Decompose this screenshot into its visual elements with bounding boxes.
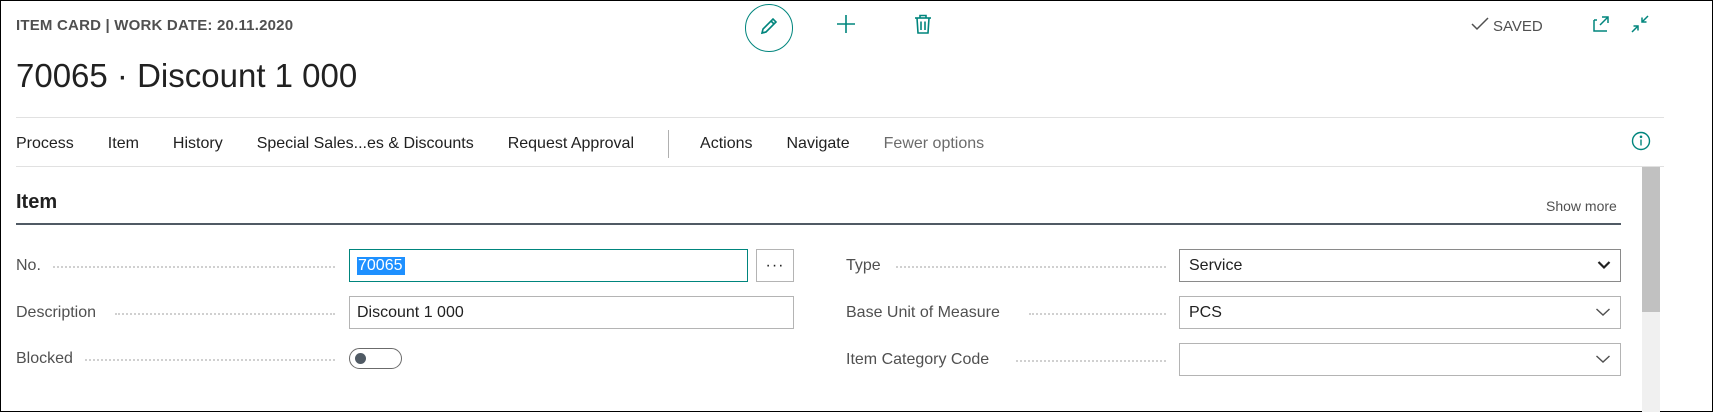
action-item[interactable]: Item xyxy=(108,135,139,153)
field-label-description: Description xyxy=(16,304,97,321)
open-in-new-window-icon xyxy=(1591,14,1611,39)
field-leader-dots xyxy=(115,313,335,315)
action-process[interactable]: Process xyxy=(16,135,74,153)
show-more-link[interactable]: Show more xyxy=(1546,198,1617,214)
type-select-value: Service xyxy=(1189,256,1243,274)
description-field[interactable]: Discount 1 000 xyxy=(349,296,794,329)
action-actions[interactable]: Actions xyxy=(700,135,752,153)
scrollbar-thumb[interactable] xyxy=(1642,167,1660,312)
fasttab-item-title[interactable]: Item xyxy=(16,191,57,214)
edit-button[interactable] xyxy=(745,4,793,52)
no-field[interactable]: 70065 xyxy=(349,249,748,282)
field-leader-dots xyxy=(896,266,1166,268)
chevron-down-icon xyxy=(1595,304,1611,322)
field-label-base-unit-of-measure: Base Unit of Measure xyxy=(846,304,1000,321)
action-history[interactable]: History xyxy=(173,135,223,153)
item-category-code-select[interactable] xyxy=(1179,343,1621,376)
field-label-no: No. xyxy=(16,257,41,274)
blocked-toggle[interactable] xyxy=(349,348,402,369)
saved-status: SAVED xyxy=(1471,15,1543,37)
action-bar-divider xyxy=(16,166,1664,167)
no-lookup-button[interactable]: ··· xyxy=(756,249,794,282)
breadcrumb: ITEM CARD | WORK DATE: 20.11.2020 xyxy=(16,17,294,34)
info-icon xyxy=(1631,131,1651,156)
type-select[interactable]: Service xyxy=(1179,249,1621,282)
action-bar: Process Item History Special Sales...es … xyxy=(16,130,1018,158)
collapse-button[interactable] xyxy=(1627,13,1653,39)
new-button[interactable] xyxy=(831,11,861,41)
action-navigate[interactable]: Navigate xyxy=(786,135,849,153)
chevron-down-icon xyxy=(1597,257,1611,275)
fasttab-divider xyxy=(16,223,1621,225)
fewer-options-button[interactable]: Fewer options xyxy=(884,135,985,153)
no-field-value: 70065 xyxy=(357,256,405,275)
plus-icon xyxy=(835,13,857,40)
field-leader-dots xyxy=(1016,360,1166,362)
field-leader-dots xyxy=(85,359,335,361)
field-label-item-category-code: Item Category Code xyxy=(846,351,990,368)
action-request-approval[interactable]: Request Approval xyxy=(508,135,634,153)
pencil-icon xyxy=(758,15,780,42)
field-leader-dots xyxy=(53,266,335,268)
field-label-blocked: Blocked xyxy=(16,350,73,367)
open-in-new-window-button[interactable] xyxy=(1588,13,1614,39)
checkmark-icon xyxy=(1471,17,1489,35)
page-title: 70065 · Discount 1 000 xyxy=(16,57,358,94)
base-unit-of-measure-select[interactable]: PCS xyxy=(1179,296,1621,329)
header-divider xyxy=(16,117,1664,118)
field-label-type: Type xyxy=(846,257,881,274)
item-card-page: ITEM CARD | WORK DATE: 20.11.2020 70065 … xyxy=(0,0,1713,412)
chevron-down-icon xyxy=(1595,351,1611,369)
action-separator xyxy=(668,130,670,158)
delete-button[interactable] xyxy=(908,11,938,41)
field-leader-dots xyxy=(1029,313,1166,315)
saved-label: SAVED xyxy=(1493,17,1543,35)
description-field-value: Discount 1 000 xyxy=(357,303,464,321)
collapse-icon xyxy=(1630,14,1650,39)
action-special-sales-discounts[interactable]: Special Sales...es & Discounts xyxy=(257,135,474,153)
info-button[interactable] xyxy=(1629,131,1653,155)
base-unit-select-value: PCS xyxy=(1189,303,1222,321)
toggle-knob xyxy=(355,353,366,364)
trash-icon xyxy=(913,13,933,40)
